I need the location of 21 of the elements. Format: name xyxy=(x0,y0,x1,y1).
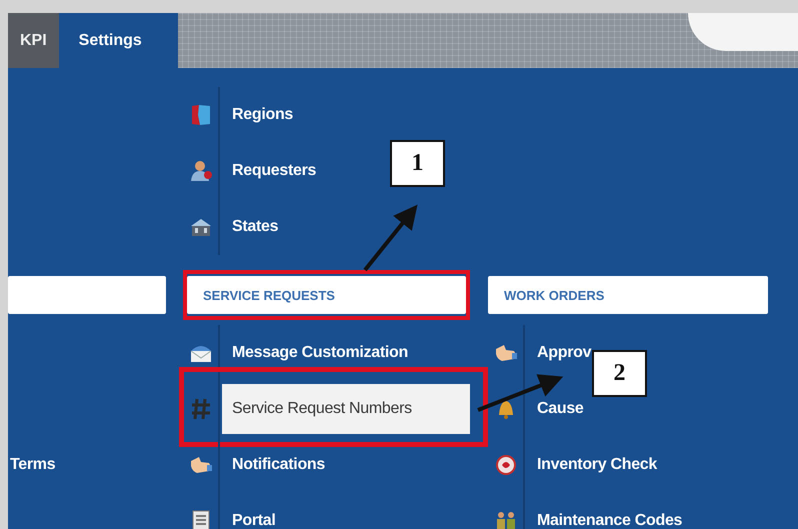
menu-item[interactable]: Terms xyxy=(8,437,56,493)
menu-item[interactable]: Requesters xyxy=(220,143,316,199)
menu-item[interactable]: Notifications xyxy=(220,437,325,493)
arrow xyxy=(363,204,418,272)
section-header: WORK ORDERS xyxy=(488,276,768,314)
menu-item[interactable]: States xyxy=(220,199,278,255)
nav-tab[interactable]: Settings xyxy=(58,13,178,68)
menu-item[interactable]: Approv xyxy=(525,325,592,381)
menu-item[interactable]: Service Request Numbers xyxy=(222,384,470,434)
nav-tab[interactable]: KPI xyxy=(8,13,59,68)
menu-item[interactable]: Message Customization xyxy=(220,325,408,381)
menu-item[interactable]: Portal xyxy=(220,493,276,529)
person-icon xyxy=(188,159,212,183)
step-number: 1 xyxy=(390,140,445,187)
step-number: 2 xyxy=(592,350,647,397)
menu-item[interactable]: Cause xyxy=(525,381,584,437)
menu-item[interactable]: Regions xyxy=(220,87,294,143)
badge-icon xyxy=(494,453,518,477)
menu-item[interactable]: Maintenance Codes xyxy=(525,493,682,529)
menu-item[interactable]: Inventory Check xyxy=(525,437,657,493)
section-header: SERVICE REQUESTS xyxy=(187,276,466,314)
